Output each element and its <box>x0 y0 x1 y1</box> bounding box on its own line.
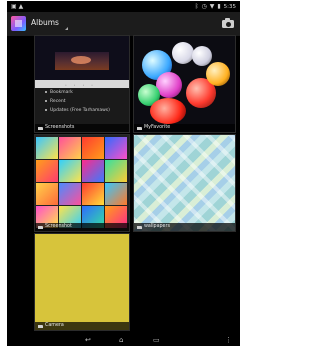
list-item: Recent <box>50 99 66 104</box>
notification-icons: ▣▲ <box>11 3 25 10</box>
dropdown-caret-icon[interactable] <box>65 27 68 30</box>
recents-icon[interactable]: ▭ <box>153 336 160 344</box>
album-label: Screenshots <box>35 124 129 132</box>
folder-icon <box>38 126 43 130</box>
status-time: 5:35 <box>223 3 236 10</box>
back-icon[interactable]: ↩ <box>85 336 91 344</box>
album-myfavorite[interactable]: MyFavorite <box>133 35 236 133</box>
gallery-app-icon[interactable] <box>11 16 26 31</box>
album-wallpapers[interactable]: wallpapers <box>133 134 236 232</box>
album-label: Camera <box>35 322 129 330</box>
overflow-menu-icon[interactable]: ⋮ <box>225 336 232 344</box>
page-title[interactable]: Albums <box>31 18 59 27</box>
list-item: Bookmark <box>50 90 73 95</box>
album-screenshots[interactable]: • • • • Bookmark Recent Updates (Free Ta… <box>34 35 130 133</box>
home-icon[interactable]: ⌂ <box>119 336 123 344</box>
gallery-screen: ▣▲ ᛒ ◷ ▼ ▮ 5:35 Albums • • • • Bookmark … <box>7 1 240 346</box>
action-bar: Albums <box>7 12 240 36</box>
screenshot-preview <box>35 36 129 80</box>
list-item: Updates (Free Tarhamaws) <box>50 108 110 113</box>
folder-icon <box>38 225 43 229</box>
album-label: wallpapers <box>134 223 235 231</box>
battery-icon: ▮ <box>217 3 221 10</box>
warning-icon: ▲ <box>18 3 26 10</box>
album-label: MyFavorite <box>134 124 235 132</box>
album-screenshot[interactable]: Screenshot <box>34 134 130 232</box>
navigation-bar: ↩ ⌂ ▭ ⋮ <box>7 334 240 346</box>
status-right: ᛒ ◷ ▼ ▮ 5:35 <box>195 3 236 10</box>
wifi-icon: ▼ <box>209 3 215 10</box>
android-icon: ▣ <box>11 3 19 10</box>
folder-icon <box>137 225 142 229</box>
album-label: Screenshot <box>35 223 129 231</box>
camera-icon[interactable] <box>222 18 234 28</box>
album-camera[interactable]: Camera <box>34 233 130 331</box>
status-bar: ▣▲ ᛒ ◷ ▼ ▮ 5:35 <box>7 1 240 12</box>
bluetooth-icon: ᛒ <box>194 3 199 10</box>
folder-icon <box>38 324 43 328</box>
alarm-icon: ◷ <box>201 3 207 10</box>
folder-icon <box>137 126 142 130</box>
